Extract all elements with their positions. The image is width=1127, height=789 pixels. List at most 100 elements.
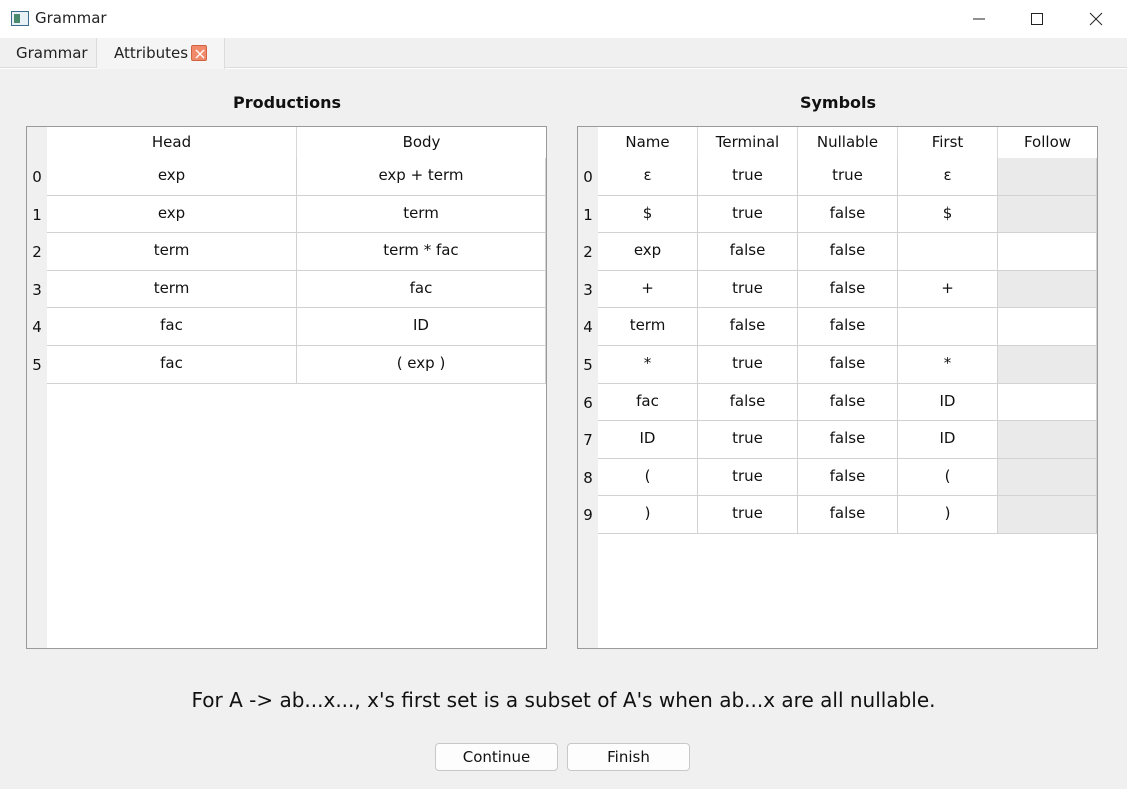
cell-name[interactable]: $ [598,195,698,234]
cell-terminal[interactable]: true [698,345,798,384]
cell-head[interactable]: term [47,233,297,271]
cell-first[interactable]: ε [898,158,998,196]
tab-grammar[interactable]: Grammar [0,38,97,68]
cell-head[interactable]: exp [47,195,297,234]
cell-nullable[interactable]: false [798,458,898,497]
cell-body[interactable]: ( exp ) [297,345,546,384]
cell-nullable[interactable]: false [798,383,898,422]
cell-body[interactable]: fac [297,270,546,309]
table-row[interactable]: 6 fac false false ID [578,383,1097,422]
column-header-follow[interactable]: Follow [998,127,1097,158]
cell-first[interactable]: ( [898,458,998,497]
productions-table[interactable]: Head Body 0 exp exp + term 1 exp term 2 term ter… [26,126,547,649]
column-header-body[interactable]: Body [297,127,546,158]
column-header-first[interactable]: First [898,127,998,158]
cell-name[interactable]: ) [598,496,698,534]
table-row[interactable]: 2 exp false false [578,233,1097,271]
cell-first[interactable]: $ [898,195,998,234]
cell-nullable[interactable]: false [798,345,898,384]
tab-attributes[interactable]: Attributes [97,38,225,69]
cell-name[interactable]: ε [598,158,698,196]
cell-follow[interactable] [998,383,1097,422]
table-row[interactable]: 8(true false( [578,458,1097,497]
row-number: 2 [27,233,47,271]
table-row[interactable]: 5 * true false * [578,345,1097,384]
cell-first[interactable] [898,308,998,346]
cell-name[interactable]: term [598,308,698,346]
cell-terminal[interactable]: true [698,496,798,534]
cell-body[interactable]: exp + term [297,158,546,196]
cell-terminal[interactable]: true [698,458,798,497]
cell-follow[interactable] [998,270,1097,309]
close-window-button[interactable] [1067,0,1125,38]
table-row[interactable]: 3 term fac [27,270,546,309]
cell-first[interactable]: ID [898,421,998,459]
maximize-button[interactable] [1008,0,1066,38]
table-row[interactable]: 0 exp exp + term [27,158,546,196]
cell-first[interactable]: ) [898,496,998,534]
table-row[interactable]: 5 fac( exp ) [27,345,546,384]
cell-terminal[interactable]: true [698,270,798,309]
cell-nullable[interactable]: false [798,496,898,534]
cell-first[interactable]: * [898,345,998,384]
table-row[interactable]: 3 + true false + [578,270,1097,309]
cell-body[interactable]: term * fac [297,233,546,271]
cell-terminal[interactable]: false [698,233,798,271]
tab-close-button[interactable] [191,45,207,61]
cell-head[interactable]: exp [47,158,297,196]
table-row[interactable]: 4 fac ID [27,308,546,346]
column-header-name[interactable]: Name [598,127,698,158]
cell-terminal[interactable]: false [698,383,798,422]
table-row[interactable]: 2 term term * fac [27,233,546,271]
cell-nullable[interactable]: false [798,233,898,271]
cell-follow[interactable] [998,308,1097,346]
cell-name[interactable]: ID [598,421,698,459]
cell-terminal[interactable]: false [698,308,798,346]
cell-body[interactable]: term [297,195,546,234]
table-row[interactable]: 0 ε true true ε [578,158,1097,196]
cell-follow[interactable] [998,496,1097,534]
cell-name[interactable]: exp [598,233,698,271]
cell-terminal[interactable]: true [698,421,798,459]
table-row[interactable]: 1 $ true false $ [578,195,1097,234]
cell-follow[interactable] [998,158,1097,196]
cell-nullable[interactable]: false [798,195,898,234]
cell-nullable[interactable]: false [798,308,898,346]
cell-nullable[interactable]: true [798,158,898,196]
cell-name[interactable]: fac [598,383,698,422]
cell-first[interactable] [898,233,998,271]
cell-follow[interactable] [998,458,1097,497]
row-number: 9 [578,496,598,534]
table-row[interactable]: 1 exp term [27,195,546,234]
cell-follow[interactable] [998,345,1097,384]
cell-terminal[interactable]: true [698,195,798,234]
cell-name[interactable]: + [598,270,698,309]
table-row[interactable]: 4 term false false [578,308,1097,346]
cell-first[interactable]: ID [898,383,998,422]
cell-head[interactable]: fac [47,345,297,384]
cell-nullable[interactable]: false [798,421,898,459]
table-row[interactable]: 7 ID true false ID [578,421,1097,459]
minimize-button[interactable] [950,0,1008,38]
row-number: 7 [578,421,598,459]
column-header-terminal[interactable]: Terminal [698,127,798,158]
table-row[interactable]: 9) true false) [578,496,1097,534]
cell-head[interactable]: term [47,270,297,309]
cell-follow[interactable] [998,233,1097,271]
cell-first[interactable]: + [898,270,998,309]
cell-nullable[interactable]: false [798,270,898,309]
title-bar: Grammar [0,0,1127,38]
cell-name[interactable]: ( [598,458,698,497]
cell-terminal[interactable]: true [698,158,798,196]
symbols-table[interactable]: Name Terminal Nullable First Follow 0 ε tr… [577,126,1098,649]
cell-body[interactable]: ID [297,308,546,346]
row-number: 0 [27,158,47,196]
continue-button[interactable]: Continue [435,743,558,771]
finish-button[interactable]: Finish [567,743,690,771]
column-header-nullable[interactable]: Nullable [798,127,898,158]
column-header-head[interactable]: Head [47,127,297,158]
cell-follow[interactable] [998,195,1097,234]
cell-head[interactable]: fac [47,308,297,346]
cell-follow[interactable] [998,421,1097,459]
cell-name[interactable]: * [598,345,698,384]
